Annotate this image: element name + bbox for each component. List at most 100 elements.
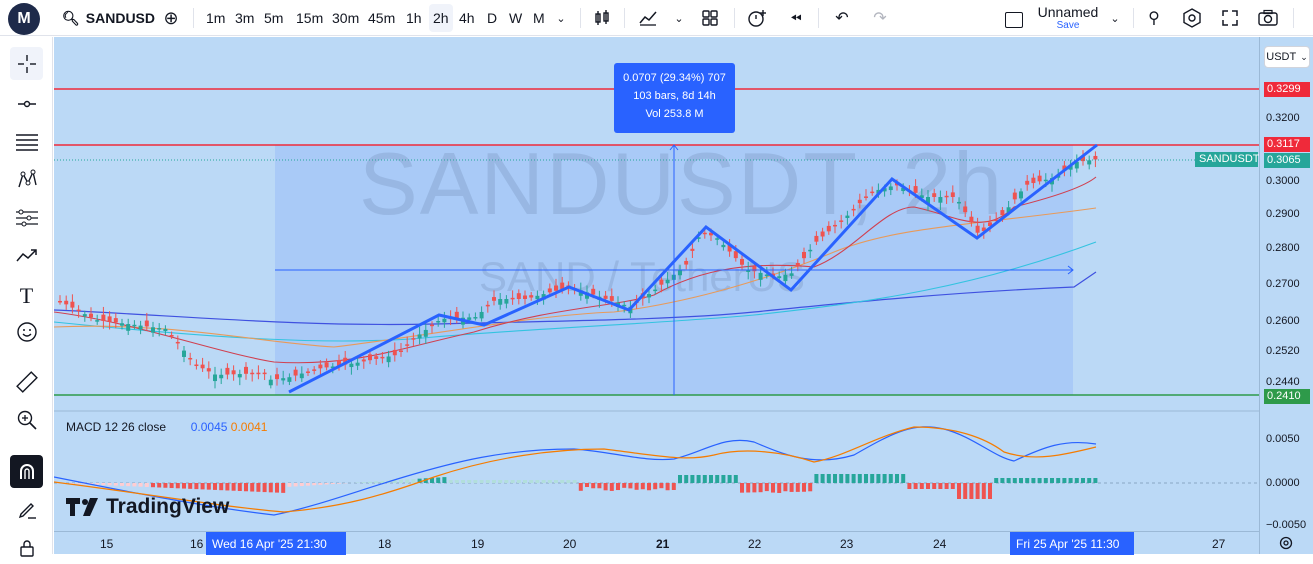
macd-bar xyxy=(1087,478,1091,483)
user-avatar[interactable]: M xyxy=(8,3,40,35)
macd-bar xyxy=(845,474,849,483)
zoom-in-icon[interactable] xyxy=(10,403,43,436)
currency-selector[interactable]: USDT ⌄ xyxy=(1264,46,1310,68)
alert-icon[interactable] xyxy=(744,4,770,32)
timeframe-30m[interactable]: 30m xyxy=(328,4,363,32)
candle xyxy=(808,250,812,252)
macd-bar xyxy=(814,474,818,483)
fullscreen-icon[interactable] xyxy=(1218,4,1242,32)
timeframe-w[interactable]: W xyxy=(505,4,526,32)
macd-bar xyxy=(560,480,564,483)
macd-bar xyxy=(157,483,161,487)
macd-bar xyxy=(963,483,967,499)
candle xyxy=(604,296,608,299)
macd-bar xyxy=(300,483,304,486)
trend-line-icon[interactable] xyxy=(10,87,43,120)
timeframe-45m[interactable]: 45m xyxy=(364,4,399,32)
tradingview-logo[interactable]: TradingView xyxy=(66,495,229,519)
macd-bar xyxy=(1075,478,1079,483)
macd-bar xyxy=(182,483,186,489)
quick-search-icon[interactable]: ⚲ xyxy=(1142,4,1166,32)
chevron-down-icon: ⌄ xyxy=(1300,52,1308,63)
chevron-down-icon[interactable]: ⌄ xyxy=(554,4,568,32)
timeframe-5m[interactable]: 5m xyxy=(260,4,287,32)
macd-bar xyxy=(858,474,862,483)
crosshair-icon[interactable] xyxy=(10,47,43,80)
candle xyxy=(1038,176,1042,182)
measure-volume: Vol 253.8 M xyxy=(614,105,735,123)
macd-bar xyxy=(721,475,725,483)
macd-bar xyxy=(802,483,806,492)
chevron-down-icon[interactable]: ⌄ xyxy=(672,4,686,32)
macd-bar xyxy=(498,480,502,483)
price-tick: 0.2600 xyxy=(1266,315,1300,327)
macd-bar xyxy=(263,483,267,492)
lock-icon[interactable] xyxy=(10,531,43,564)
axis-settings-icon[interactable] xyxy=(1278,535,1296,553)
layout-name-button[interactable]: Unnamed Save xyxy=(1034,4,1102,32)
fib-retracement-icon[interactable] xyxy=(10,125,43,158)
candle xyxy=(89,314,93,318)
candle xyxy=(325,362,329,367)
macd-bar xyxy=(889,474,893,483)
candle xyxy=(219,375,223,378)
price-tick: 0.2440 xyxy=(1266,376,1300,388)
candle xyxy=(827,226,831,231)
timeframe-2h[interactable]: 2h xyxy=(429,4,453,32)
search-icon: 🔍︎ xyxy=(62,10,80,27)
symbol-search[interactable]: 🔍︎ SANDUSD xyxy=(62,4,155,32)
timeframe-15m[interactable]: 15m xyxy=(292,4,327,32)
macd-legend[interactable]: MACD 12 26 close 0.0045 0.0041 xyxy=(66,420,267,434)
candle xyxy=(275,374,279,379)
candle xyxy=(517,293,521,299)
candle xyxy=(145,321,149,327)
macd-bar xyxy=(945,483,949,489)
candles-icon[interactable] xyxy=(590,4,614,32)
candle xyxy=(852,209,856,211)
macd-bar xyxy=(449,480,453,483)
timeframe-3m[interactable]: 3m xyxy=(231,4,258,32)
macd-bar xyxy=(901,474,905,483)
emoji-icon[interactable] xyxy=(10,315,43,348)
add-symbol-icon[interactable]: ⊕ xyxy=(160,4,182,32)
chevron-down-icon[interactable]: ⌄ xyxy=(1108,4,1122,32)
candle xyxy=(529,295,533,297)
undo-icon[interactable]: ↶ xyxy=(830,4,854,32)
candle xyxy=(845,216,849,218)
candle xyxy=(1093,156,1097,160)
indicators-icon[interactable] xyxy=(636,4,660,32)
macd-bar xyxy=(132,483,136,486)
layouts-icon[interactable] xyxy=(698,4,722,32)
candle xyxy=(263,373,267,375)
chart-pane[interactable]: SANDUSDT, 2h SAND / TetherUS 0.0707 (29.… xyxy=(54,37,1259,554)
price-axis[interactable]: USDT ⌄ 0.3299 0.3200 0.3117 0.3065 0.300… xyxy=(1259,37,1313,554)
timeframe-m[interactable]: M xyxy=(529,4,549,32)
replay-icon[interactable]: ⏪︎ xyxy=(784,4,808,32)
macd-bar xyxy=(281,483,285,493)
time-label: 21 xyxy=(656,537,669,551)
camera-icon[interactable] xyxy=(1256,4,1280,32)
timeframe-1m[interactable]: 1m xyxy=(202,4,229,32)
forecasting-icon[interactable] xyxy=(10,201,43,234)
candle xyxy=(418,334,422,338)
macd-bar xyxy=(765,483,769,491)
settings-icon[interactable] xyxy=(1180,4,1204,32)
candle xyxy=(914,186,918,193)
ruler-icon[interactable] xyxy=(10,365,43,398)
time-axis[interactable]: 15 16 Wed 16 Apr '25 21:30 18 19 20 21 2… xyxy=(54,531,1259,554)
timeframe-d[interactable]: D xyxy=(483,4,501,32)
candle xyxy=(368,354,372,360)
macd-bar xyxy=(647,483,651,490)
macd-bar xyxy=(529,480,533,483)
macd-bar xyxy=(591,483,595,488)
layout-checkbox[interactable] xyxy=(1003,6,1025,34)
patterns-icon[interactable] xyxy=(10,163,43,196)
candle xyxy=(870,192,874,194)
macd-signal-value: 0.0041 xyxy=(231,420,268,434)
lock-drawing-icon[interactable] xyxy=(10,493,43,526)
timeframe-1h[interactable]: 1h xyxy=(402,4,426,32)
timeframe-4h[interactable]: 4h xyxy=(455,4,479,32)
brush-icon[interactable] xyxy=(10,239,43,272)
text-icon[interactable]: T xyxy=(10,279,43,312)
magnet-icon[interactable] xyxy=(10,455,43,488)
